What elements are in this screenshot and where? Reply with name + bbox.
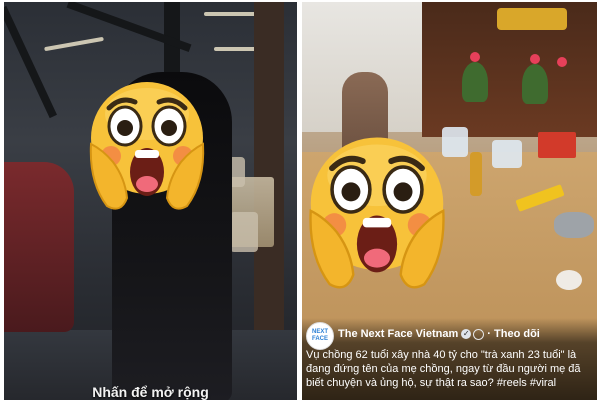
ceiling-light xyxy=(44,36,104,52)
page-header: The Next Face Vietnam ✓ · Theo dõi xyxy=(338,328,540,340)
golden-decoration xyxy=(497,8,567,30)
page-name-link[interactable]: The Next Face Vietnam xyxy=(338,328,458,340)
flower xyxy=(530,54,540,64)
globe-icon xyxy=(473,328,485,340)
red-box xyxy=(538,132,576,158)
post-caption[interactable]: Vụ chồng 62 tuổi xây nhà 40 tỷ cho "trà … xyxy=(306,348,594,390)
cup xyxy=(556,270,582,290)
bowl xyxy=(554,212,594,238)
plant xyxy=(462,62,488,102)
flower xyxy=(470,52,480,62)
verified-badge-icon: ✓ xyxy=(461,329,472,340)
plant xyxy=(522,64,548,104)
expand-prompt[interactable]: Nhấn để mở rộng xyxy=(4,384,297,400)
separator-dot: · xyxy=(487,328,491,340)
right-video-panel[interactable]: NEXT FACE The Next Face Vietnam ✓ · Theo … xyxy=(302,2,597,400)
flower xyxy=(557,57,567,67)
glass xyxy=(492,140,522,168)
avatar-text-line2: FACE xyxy=(311,336,328,342)
page-avatar[interactable]: NEXT FACE xyxy=(306,322,334,350)
metal-beam xyxy=(4,5,57,119)
left-video-panel[interactable]: Nhấn để mở rộng xyxy=(4,2,297,400)
avatar-text-line1: NEXT xyxy=(311,329,328,335)
shocked-face-emoji xyxy=(306,124,448,300)
bottle xyxy=(470,152,482,196)
shocked-face-emoji xyxy=(87,74,207,216)
follow-button[interactable]: Theo dõi xyxy=(494,328,540,340)
chair xyxy=(230,212,258,252)
person-arm xyxy=(4,162,74,332)
